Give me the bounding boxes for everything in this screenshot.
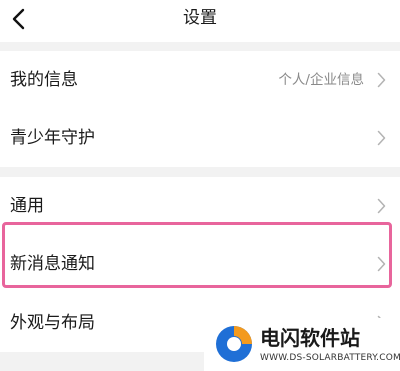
- settings-item-label: 通用: [10, 196, 44, 216]
- highlight-box: [2, 222, 392, 288]
- page-title: 设置: [183, 8, 217, 28]
- settings-item-value: 个人/企业信息: [278, 72, 364, 88]
- chevron-right-icon: [377, 130, 386, 146]
- site-watermark: 电闪软件站 WWW.DS-SOLARBATTERY.COM: [204, 318, 400, 371]
- settings-item-label: 青少年守护: [10, 128, 95, 148]
- settings-item-youth-protection[interactable]: 青少年守护: [0, 109, 400, 167]
- settings-item-label: 我的信息: [10, 70, 78, 90]
- chevron-right-icon: [377, 72, 386, 88]
- settings-item-label: 外观与布局: [10, 313, 95, 333]
- watermark-title: 电闪软件站: [260, 326, 360, 350]
- watermark-logo-icon: [216, 326, 252, 362]
- chevron-right-icon: [377, 198, 386, 214]
- settings-group-account: 我的信息 个人/企业信息 青少年守护: [0, 51, 400, 167]
- watermark-url: WWW.DS-SOLARBATTERY.COM: [260, 353, 400, 363]
- top-bar: 设置: [0, 0, 400, 42]
- settings-item-my-info[interactable]: 我的信息 个人/企业信息: [0, 51, 400, 109]
